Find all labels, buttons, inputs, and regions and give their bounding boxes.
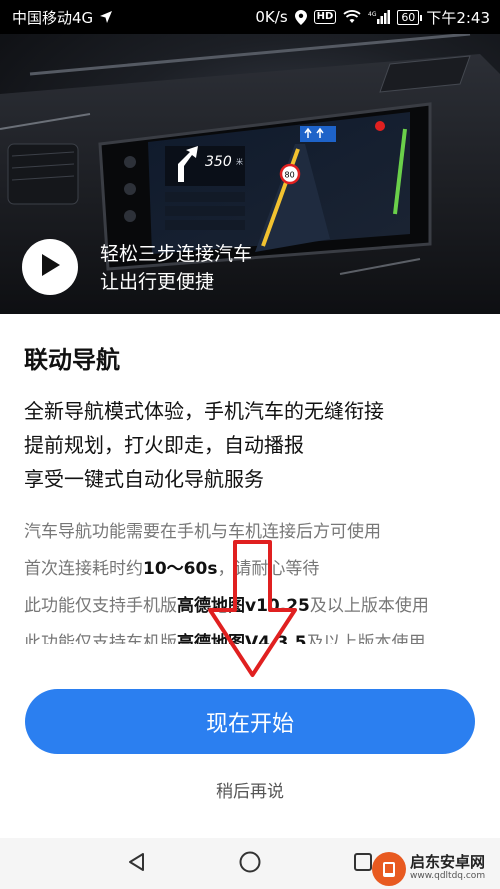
signal-icon: 4G bbox=[368, 10, 391, 24]
start-now-button[interactable]: 现在开始 bbox=[25, 689, 475, 754]
note-4-prefix: 此功能仅支持车机版 bbox=[24, 633, 177, 644]
page-title: 联动导航 bbox=[24, 346, 120, 374]
feature-line-1: 全新导航模式体验，手机汽车的无缝衔接 bbox=[24, 399, 384, 423]
watermark-url: www.qdltdq.com bbox=[410, 870, 486, 881]
site-watermark: 启东安卓网 www.qdltdq.com bbox=[372, 848, 500, 889]
status-right: 0K/s HD 4G 60 下午2:43 bbox=[255, 7, 490, 28]
svg-text:4G: 4G bbox=[368, 11, 377, 18]
location-arrow-icon bbox=[99, 10, 113, 24]
clock: 下午2:43 bbox=[426, 8, 490, 27]
note-2-prefix: 首次连接耗时约 bbox=[24, 559, 143, 579]
feature-list: 全新导航模式体验，手机汽车的无缝衔接 提前规划，打火即走，自动播报 享受一键式自… bbox=[24, 394, 476, 496]
hero-line-1: 轻松三步连接汽车 bbox=[100, 243, 253, 265]
later-link[interactable]: 稍后再说 bbox=[0, 777, 500, 802]
play-icon bbox=[38, 252, 62, 282]
feature-line-2: 提前规划，打火即走，自动播报 bbox=[24, 433, 304, 457]
status-left: 中国移动4G bbox=[12, 7, 113, 28]
screen-distance: 350 bbox=[205, 154, 232, 170]
hero-banner[interactable]: 350 米 80 轻松三步连接汽车 让出行更便捷 bbox=[0, 34, 500, 314]
annotation-arrow-icon bbox=[208, 540, 297, 677]
watermark-text: 启东安卓网 www.qdltdq.com bbox=[410, 852, 486, 883]
wifi-icon bbox=[343, 10, 361, 24]
home-circle-icon bbox=[238, 850, 262, 878]
hero-caption: 轻松三步连接汽车 让出行更便捷 bbox=[100, 240, 252, 296]
hd-badge: HD bbox=[313, 10, 337, 24]
back-button[interactable] bbox=[117, 844, 157, 884]
note-3-prefix: 此功能仅支持手机版 bbox=[24, 596, 177, 616]
hero-line-2: 让出行更便捷 bbox=[100, 271, 215, 293]
speed-limit-badge: 80 bbox=[285, 171, 295, 180]
carrier-label: 中国移动4G bbox=[12, 8, 94, 27]
network-speed: 0K/s bbox=[255, 8, 288, 26]
watermark-logo-icon bbox=[372, 851, 406, 886]
watermark-title: 启东安卓网 bbox=[410, 852, 486, 871]
feature-line-3: 享受一键式自动化导航服务 bbox=[24, 467, 264, 491]
status-bar: 中国移动4G 0K/s HD 4G 60 下午2:43 bbox=[0, 0, 500, 34]
back-triangle-icon bbox=[126, 851, 148, 877]
note-3-suffix: 及以上版本使用 bbox=[309, 596, 429, 616]
recents-square-icon bbox=[352, 851, 374, 877]
home-button[interactable] bbox=[230, 844, 270, 884]
note-1-text: 汽车导航功能需要在手机与车机连接后方可使用 bbox=[24, 522, 381, 542]
battery-indicator: 60 bbox=[397, 9, 423, 25]
note-4-suffix: 及以上版本使用 bbox=[306, 633, 426, 644]
play-video-button[interactable] bbox=[22, 239, 78, 295]
screen-unit: 米 bbox=[236, 157, 243, 166]
location-pin-icon bbox=[294, 9, 307, 25]
